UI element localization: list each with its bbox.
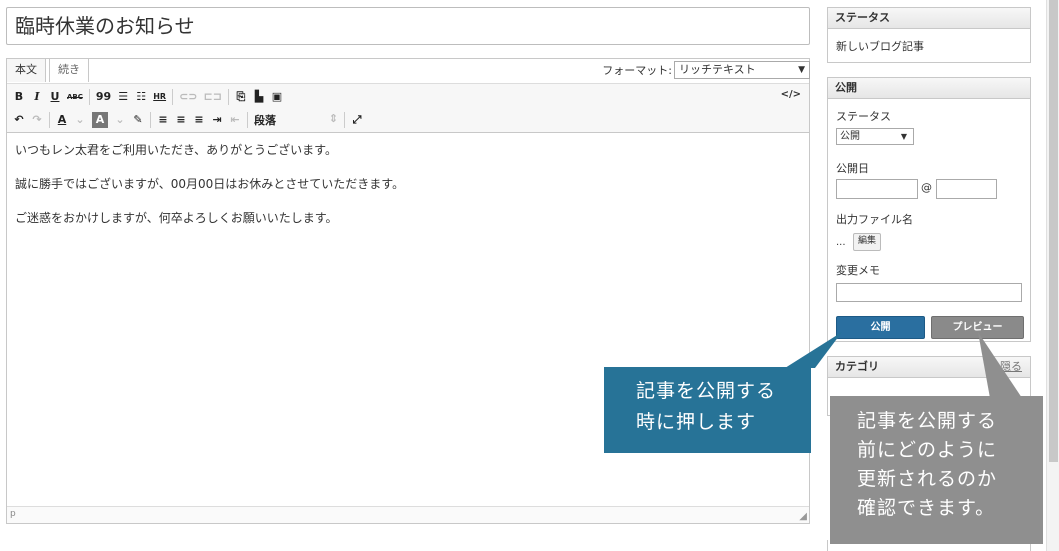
- editor-statusbar: p ◢: [7, 506, 809, 523]
- preview-button[interactable]: プレビュー: [931, 316, 1024, 339]
- callout-line: 記事を公開する: [857, 410, 998, 432]
- publish-status-label: ステータス: [836, 110, 891, 123]
- content-paragraph: ご迷惑をおかけしますが、何卒よろしくお願いいたします。: [15, 211, 338, 225]
- outdent-icon[interactable]: ⇤: [229, 112, 241, 128]
- toolbar-row-1: B I U ABC 99 ☰ ☷ HR ⊂⊃ ⊏⊐ ⎘ ▙ ▣: [13, 87, 283, 107]
- publish-date-input[interactable]: [836, 179, 918, 199]
- paragraph-select[interactable]: 段落 ⇕: [254, 112, 338, 128]
- align-left-icon[interactable]: ≡: [157, 112, 169, 128]
- strikethrough-button[interactable]: ABC: [67, 89, 83, 105]
- horizontal-rule-button[interactable]: HR: [153, 89, 166, 105]
- editor-toolbar: B I U ABC 99 ☰ ☷ HR ⊂⊃ ⊏⊐ ⎘ ▙ ▣ </> ↶ ↷ …: [7, 83, 809, 133]
- align-center-icon[interactable]: ≡: [175, 112, 187, 128]
- preview-callout: 記事を公開する 前にどのように 更新されるのか 確認できます。: [830, 396, 1043, 544]
- content-paragraph: 誠に勝手ではございますが、00月00日はお休みとさせていただきます。: [15, 177, 405, 191]
- publish-widget: 公開 ステータス 公開 ▼ 公開日 @ 出力ファイル名 ... 編集 変更メモ …: [827, 77, 1031, 342]
- source-code-button[interactable]: </>: [781, 89, 801, 100]
- dropdown-arrow-icon: ▼: [798, 65, 805, 75]
- chevron-down-icon[interactable]: ⌄: [74, 112, 86, 128]
- publish-date-label: 公開日: [836, 162, 869, 175]
- underline-button[interactable]: U: [49, 89, 61, 105]
- callout-line: 確認できます。: [857, 497, 996, 519]
- align-right-icon[interactable]: ≡: [193, 112, 205, 128]
- paragraph-select-value: 段落: [254, 114, 276, 127]
- category-toggle-link[interactable]: 隠る: [1000, 357, 1022, 377]
- format-selector: フォーマット: リッチテキスト ▼: [602, 60, 810, 80]
- publish-widget-title: 公開: [828, 78, 1030, 99]
- dropdown-arrow-icon: ▼: [900, 132, 907, 141]
- publish-status-value: 公開: [840, 131, 860, 142]
- italic-button[interactable]: I: [31, 89, 43, 105]
- change-memo-label: 変更メモ: [836, 264, 880, 277]
- bold-button[interactable]: B: [13, 89, 25, 105]
- fullscreen-icon[interactable]: ⤢: [351, 112, 363, 128]
- link-icon[interactable]: ⊂⊃: [179, 89, 197, 105]
- toolbar-divider: [172, 89, 174, 105]
- background-color-icon[interactable]: A: [92, 112, 108, 128]
- publish-time-input[interactable]: [936, 179, 997, 199]
- category-widget-title: カテゴリ 隠る: [828, 357, 1030, 378]
- toolbar-row-2: ↶ ↷ A ⌄ A ⌄ ✎ ≡ ≡ ≡ ⇥ ⇤ 段落 ⇕ ⤢: [13, 110, 363, 130]
- output-filename-value: ...: [836, 237, 846, 248]
- blockquote-button[interactable]: 99: [96, 89, 111, 105]
- text-color-icon[interactable]: A: [56, 112, 68, 128]
- tab-body[interactable]: 本文: [6, 58, 46, 82]
- status-widget: ステータス 新しいブログ記事: [827, 7, 1031, 63]
- output-filename-label: 出力ファイル名: [836, 213, 913, 226]
- publish-button[interactable]: 公開: [836, 316, 925, 339]
- chevron-down-icon[interactable]: ⌄: [114, 112, 126, 128]
- toolbar-divider: [88, 89, 90, 105]
- eraser-icon[interactable]: ✎: [132, 112, 144, 128]
- tab-more[interactable]: 続き: [49, 58, 89, 82]
- indent-icon[interactable]: ⇥: [211, 112, 223, 128]
- select-arrows-icon: ⇕: [328, 112, 338, 125]
- scrollbar-thumb[interactable]: [1049, 0, 1058, 462]
- status-widget-title: ステータス: [828, 8, 1030, 29]
- format-select[interactable]: リッチテキスト ▼: [674, 61, 810, 79]
- resize-handle-icon[interactable]: ◢: [799, 511, 807, 522]
- callout-line: 時に押します: [636, 411, 757, 433]
- toolbar-divider: [150, 112, 151, 128]
- toolbar-divider: [49, 112, 50, 128]
- change-memo-input[interactable]: [836, 283, 1022, 302]
- format-label: フォーマット:: [602, 64, 672, 77]
- callout-line: 更新されるのか: [857, 468, 998, 490]
- unlink-icon[interactable]: ⊏⊐: [204, 89, 222, 105]
- status-widget-value: 新しいブログ記事: [836, 40, 924, 53]
- numbered-list-icon[interactable]: ☷: [135, 89, 147, 105]
- toolbar-divider: [344, 112, 345, 128]
- at-sign: @: [921, 181, 932, 194]
- entry-title-input[interactable]: 臨時休業のお知らせ: [6, 7, 810, 45]
- edit-filename-button[interactable]: 編集: [853, 233, 882, 251]
- toolbar-divider: [227, 89, 229, 105]
- publish-status-select[interactable]: 公開 ▼: [836, 128, 914, 145]
- bullet-list-icon[interactable]: ☰: [117, 89, 129, 105]
- category-title: カテゴリ: [835, 360, 879, 373]
- editor-tab-row: 本文 続き フォーマット: リッチテキスト ▼: [6, 58, 810, 82]
- redo-icon[interactable]: ↷: [31, 112, 43, 128]
- callout-line: 記事を公開する: [636, 380, 777, 402]
- format-select-value: リッチテキスト: [679, 63, 756, 76]
- toolbar-divider: [247, 112, 248, 128]
- content-paragraph: いつもレン太君をご利用いただき、ありがとうございます。: [15, 143, 337, 157]
- callout-line: 前にどのように: [857, 439, 998, 461]
- document-icon[interactable]: ▙: [253, 89, 265, 105]
- undo-icon[interactable]: ↶: [13, 112, 25, 128]
- publish-callout: 記事を公開する 時に押します: [604, 367, 811, 453]
- element-path: p: [10, 509, 16, 519]
- image-icon[interactable]: ▣: [271, 89, 283, 105]
- page-scrollbar[interactable]: [1046, 0, 1059, 551]
- insert-file-icon[interactable]: ⎘: [235, 89, 247, 105]
